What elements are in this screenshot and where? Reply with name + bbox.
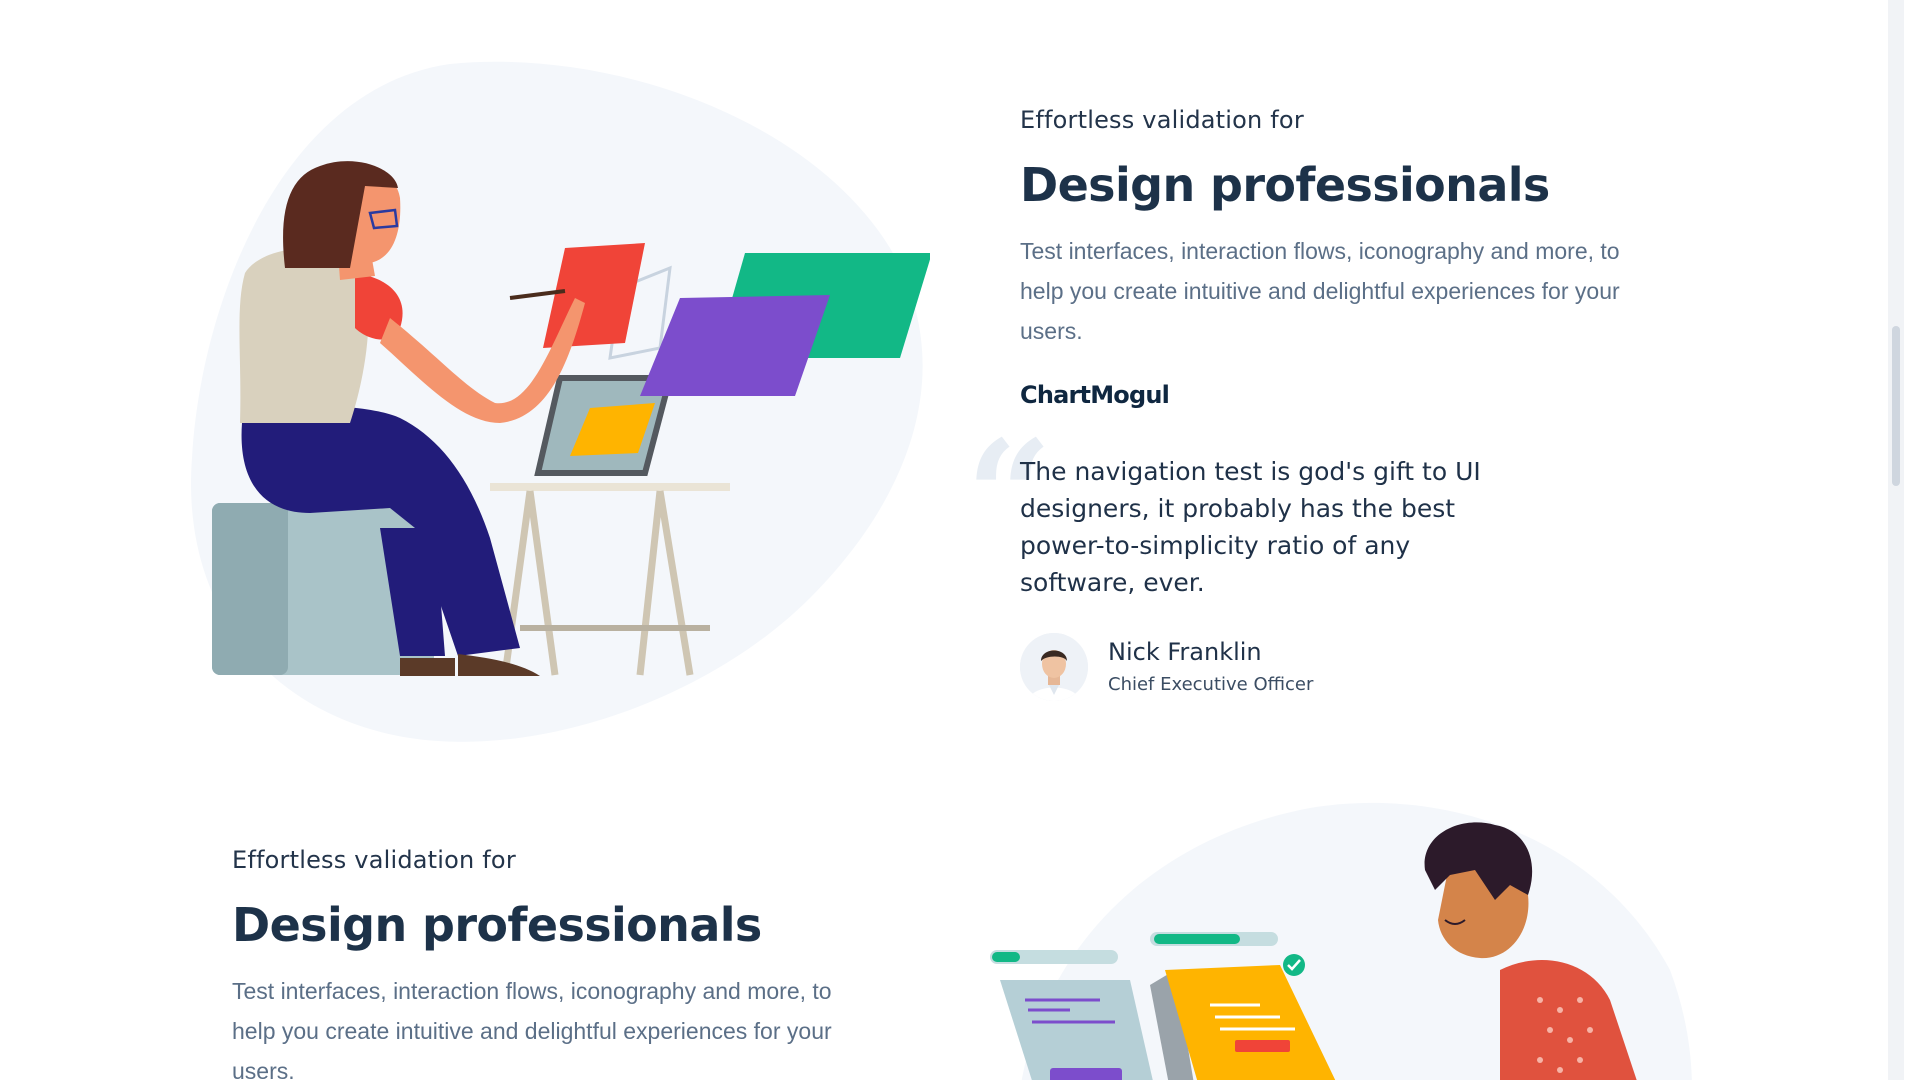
eyebrow-text: Effortless validation for xyxy=(232,846,516,874)
testimonial-author: Nick Franklin Chief Executive Officer xyxy=(1020,632,1660,701)
section-description: Test interfaces, interaction flows, icon… xyxy=(232,977,832,1080)
section-heading: Design professionals xyxy=(1020,158,1550,212)
author-name: Nick Franklin xyxy=(1108,638,1262,667)
avatar xyxy=(1020,632,1088,701)
brand-logo-chartmogul: ChartMogul xyxy=(1020,380,1170,409)
scrollbar-thumb[interactable] xyxy=(1892,326,1900,486)
section-description: Test interfaces, interaction flows, icon… xyxy=(1020,237,1620,344)
author-role: Chief Executive Officer xyxy=(1108,674,1314,696)
feature-block-design-2: Effortless validation for Design profess… xyxy=(232,846,872,1080)
testimonial-quote: The navigation test is god's gift to UI … xyxy=(1020,456,1481,597)
section-heading: Design professionals xyxy=(232,898,762,952)
feature-block-design: Effortless validation for Design profess… xyxy=(966,106,1660,701)
card-blue xyxy=(1000,980,1153,1080)
reviewer-illustration xyxy=(990,802,1692,1080)
page-scrollbar[interactable] xyxy=(1888,0,1904,1080)
design-professional-illustration xyxy=(191,61,930,742)
page: Effortless validation for Design profess… xyxy=(0,0,1904,1080)
table-top xyxy=(490,483,730,491)
testimonial: “ The navigation test is god's gift to U… xyxy=(966,421,1490,601)
eyebrow-text: Effortless validation for xyxy=(1020,106,1304,134)
